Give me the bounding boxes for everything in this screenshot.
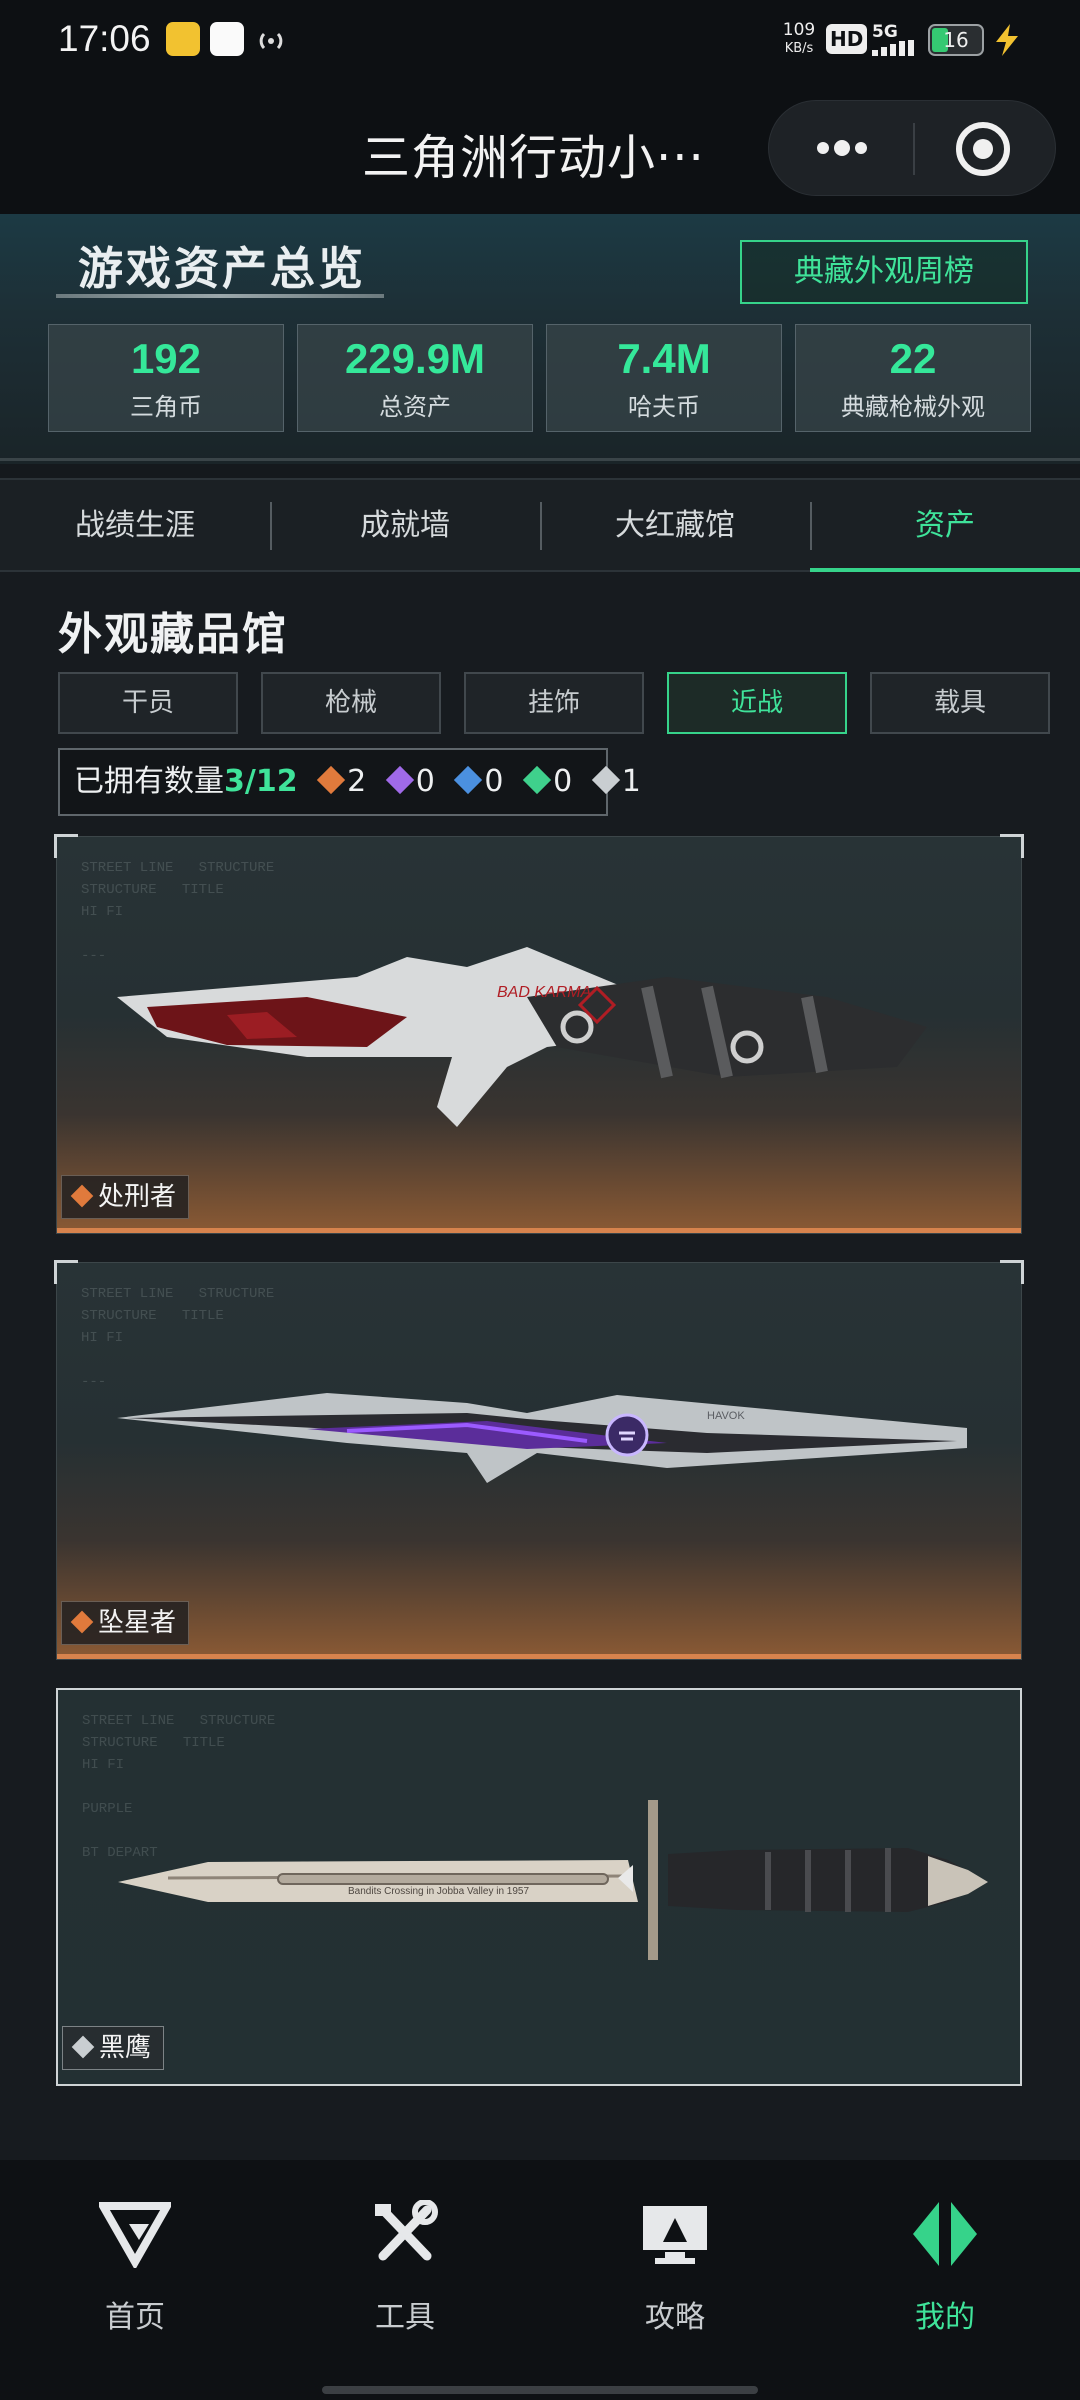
status-time: 17:06 xyxy=(58,18,151,59)
blade-marking: BAD KARMA xyxy=(497,984,591,1001)
card-corner xyxy=(1000,1260,1024,1284)
collection-title: 外观藏品馆 xyxy=(58,609,288,660)
nav-tools-label: 工具 xyxy=(375,2300,435,2335)
more-options-icon[interactable] xyxy=(807,127,877,169)
skin-name: 处刑者 xyxy=(98,1182,177,1212)
purple-rarity-icon xyxy=(385,765,414,795)
title-decoration xyxy=(56,294,384,298)
knife-skin-card[interactable]: STREET LINE STRUCTURE STRUCTURE TITLE HI… xyxy=(56,1688,1022,2086)
status-bar: 17:06 109 KB/s HD 5G 16 xyxy=(0,0,1080,82)
white-rarity-icon xyxy=(591,765,620,795)
rarity-stripe xyxy=(57,1228,1021,1233)
stat-card: 192 三角币 xyxy=(48,324,284,432)
knife-skin-card[interactable]: STREET LINE STRUCTURE STRUCTURE TITLE HI… xyxy=(54,1260,1024,1660)
knife-skin-card[interactable]: STREET LINE STRUCTURE STRUCTURE TITLE HI… xyxy=(54,834,1024,1234)
capsule-menu xyxy=(768,100,1056,196)
profile-logo-icon xyxy=(913,2202,977,2266)
bottom-navigation: 首页 工具 攻略 我的 xyxy=(0,2160,1080,2400)
network-speed: 109 KB/s xyxy=(782,20,816,57)
skin-name-tag: 坠星者 xyxy=(61,1601,190,1645)
orange-count: 2 xyxy=(347,764,367,799)
nav-profile[interactable]: 我的 xyxy=(810,2200,1080,2336)
signal-icon xyxy=(872,40,918,56)
stat-card: 229.9M 总资产 xyxy=(297,324,533,432)
blade-marking: HAVOK xyxy=(707,1410,745,1422)
charging-icon xyxy=(992,22,1022,58)
nav-home[interactable]: 首页 xyxy=(0,2200,270,2336)
filter-operators[interactable]: 干员 xyxy=(58,672,238,734)
card-corner xyxy=(1000,834,1024,858)
card-corner xyxy=(54,834,78,858)
section-tabs: 战绩生涯 成就墙 大红藏馆 资产 xyxy=(0,478,1080,572)
stat-card: 7.4M 哈夫币 xyxy=(546,324,782,432)
tab-achievements[interactable]: 成就墙 xyxy=(270,480,540,572)
nav-profile-label: 我的 xyxy=(915,2300,975,2335)
home-indicator[interactable] xyxy=(322,2386,758,2394)
delta-logo-icon xyxy=(96,2202,174,2271)
owned-count: 3/12 xyxy=(224,764,298,799)
owned-label: 已拥有数量 xyxy=(74,764,224,799)
tab-assets[interactable]: 资产 xyxy=(810,480,1080,572)
orange-rarity-icon xyxy=(316,765,346,795)
filter-charms[interactable]: 挂饰 xyxy=(464,672,644,734)
skin-name: 坠星者 xyxy=(98,1608,177,1638)
blue-count: 0 xyxy=(484,764,504,799)
stat-card: 22 典藏枪械外观 xyxy=(795,324,1031,432)
skin-name-tag: 黑鹰 xyxy=(62,2026,165,2070)
weekly-ranking-button[interactable]: 典藏外观周榜 xyxy=(740,240,1028,304)
asset-overview-title: 游戏资产总览 xyxy=(78,242,367,295)
miniprogram-title: 三角洲行动小··· xyxy=(362,130,705,186)
white-rarity-icon xyxy=(71,2035,95,2059)
stat-value: 22 xyxy=(889,335,937,382)
stat-label: 哈夫币 xyxy=(628,393,700,421)
filter-melee[interactable]: 近战 xyxy=(667,672,847,734)
card-corner xyxy=(54,1260,78,1284)
capsule-divider xyxy=(913,123,915,175)
blade-marking: Bandits Crossing in Jobba Valley in 1957 xyxy=(348,1886,529,1897)
skin-name: 黑鹰 xyxy=(99,2033,152,2063)
asset-overview-panel: 游戏资产总览 典藏外观周榜 192 三角币 229.9M 总资产 7.4M 哈夫… xyxy=(0,214,1080,464)
white-count: 1 xyxy=(621,764,641,799)
panel-divider xyxy=(0,458,1080,461)
blue-rarity-icon xyxy=(454,765,483,795)
nav-tools[interactable]: 工具 xyxy=(270,2199,540,2336)
orange-rarity-icon xyxy=(70,1610,94,1634)
stat-label: 典藏枪械外观 xyxy=(841,393,985,421)
black-hawk-knife-image: Bandits Crossing in Jobba Valley in 1957 xyxy=(118,1800,988,1960)
message-notification-icon xyxy=(210,22,244,56)
filter-vehicles[interactable]: 载具 xyxy=(870,672,1050,734)
nfc-icon xyxy=(254,24,288,58)
orange-rarity-icon xyxy=(70,1184,94,1208)
stat-label: 三角币 xyxy=(130,393,202,421)
tools-icon xyxy=(375,2199,438,2261)
stat-value: 192 xyxy=(130,335,202,382)
tab-career[interactable]: 战绩生涯 xyxy=(0,480,270,572)
app-notification-icon xyxy=(166,22,200,56)
filter-guns[interactable]: 枪械 xyxy=(261,672,441,734)
purple-count: 0 xyxy=(415,764,435,799)
starfall-knife-image: HAVOK xyxy=(117,1393,967,1483)
monitor-guide-icon xyxy=(643,2206,707,2264)
stat-label: 总资产 xyxy=(379,393,451,421)
battery-icon: 16 xyxy=(928,24,984,56)
stat-value: 7.4M xyxy=(617,335,711,382)
executioner-knife-image: BAD KARMA xyxy=(117,947,927,1127)
stat-value: 229.9M xyxy=(344,335,486,382)
green-count: 0 xyxy=(553,764,573,799)
skin-collection-section: 外观藏品馆 干员 枪械 挂饰 近战 载具 已拥有数量3/12 2 0 0 0 1… xyxy=(0,572,1080,2160)
green-rarity-icon xyxy=(522,765,552,795)
network-type: 5G xyxy=(872,22,898,42)
nav-guides[interactable]: 攻略 xyxy=(540,2200,810,2336)
rarity-stripe xyxy=(57,1654,1021,1659)
nav-guides-label: 攻略 xyxy=(645,2300,705,2335)
owned-count-bar: 已拥有数量3/12 2 0 0 0 1 xyxy=(58,748,641,816)
tab-red-collection[interactable]: 大红藏馆 xyxy=(540,480,810,572)
hd-badge: HD xyxy=(826,24,868,54)
close-miniprogram-icon[interactable] xyxy=(955,121,1011,177)
skin-name-tag: 处刑者 xyxy=(61,1175,190,1219)
nav-home-label: 首页 xyxy=(105,2300,165,2335)
